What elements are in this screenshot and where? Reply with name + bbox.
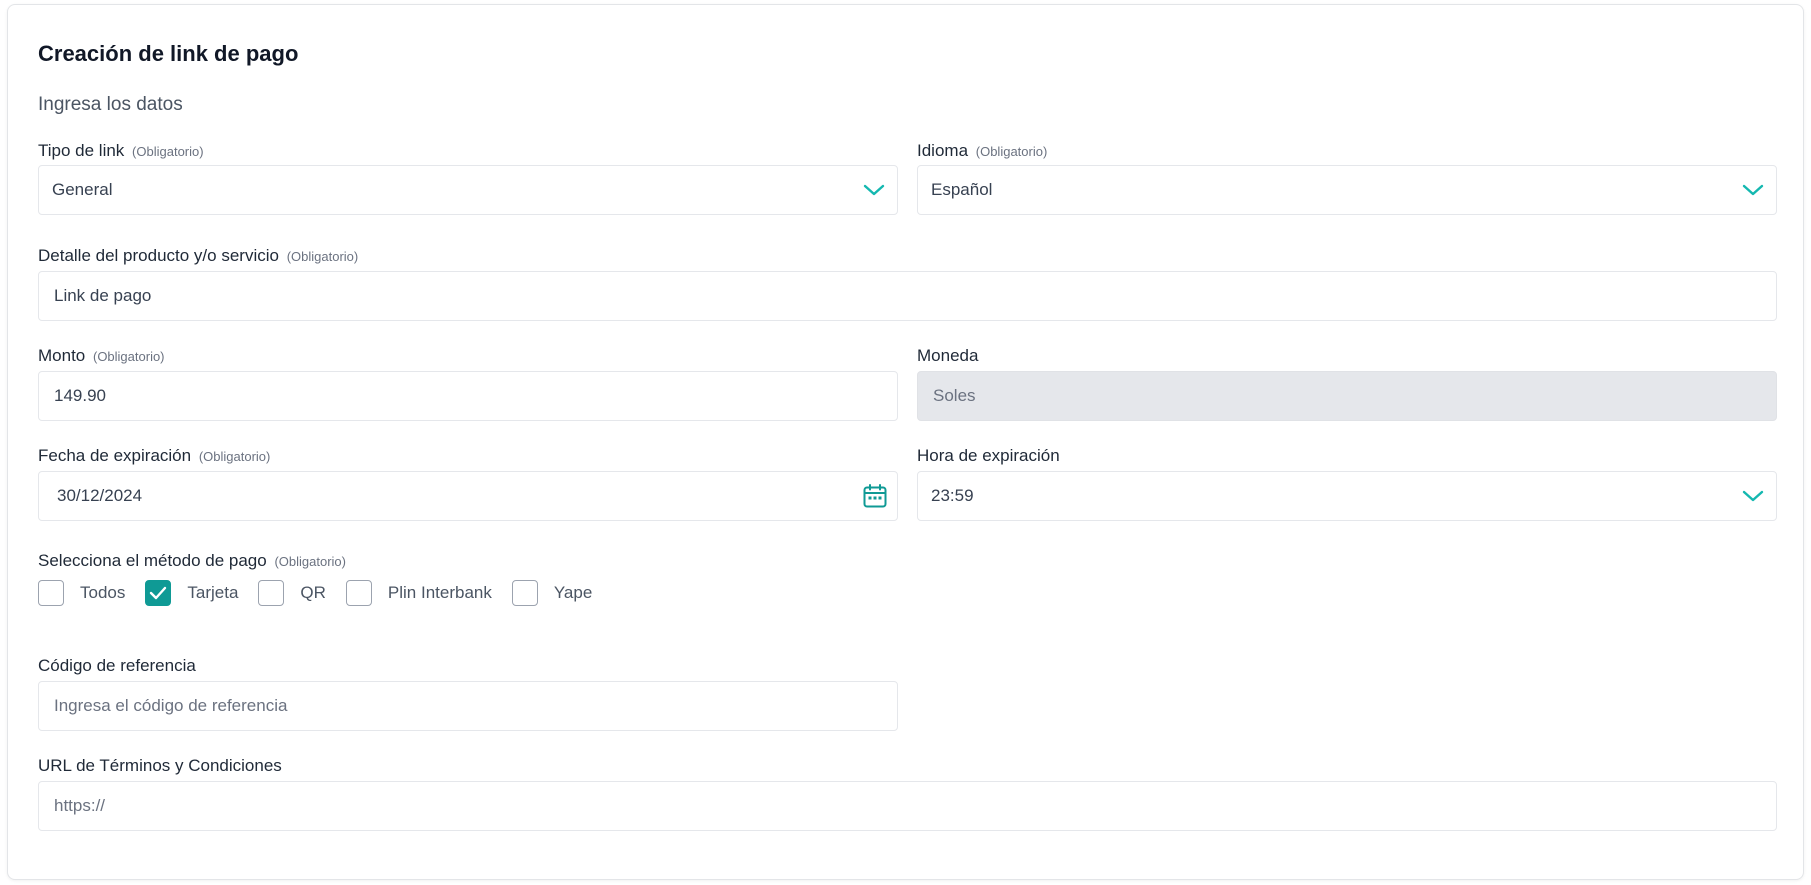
language-select[interactable]: Español	[917, 165, 1777, 215]
link-type-value: General	[52, 180, 113, 199]
checkbox-yape[interactable]	[511, 580, 538, 606]
expiration-time-value: 23:59	[931, 486, 974, 505]
calendar-icon[interactable]	[862, 483, 888, 509]
payment-method-label: Selecciona el método de pago (Obligatori…	[38, 551, 346, 571]
currency-label: Moneda	[917, 346, 978, 366]
expiration-time-label-text: Hora de expiración	[917, 446, 1060, 465]
expiration-time-label: Hora de expiración	[917, 446, 1060, 466]
amount-label-text: Monto	[38, 346, 86, 365]
checkbox-label-todos[interactable]: Todos	[80, 583, 125, 603]
checkbox-label-qr[interactable]: QR	[300, 583, 326, 603]
chevron-down-icon	[1742, 490, 1764, 502]
chevron-down-icon	[1742, 184, 1764, 196]
currency-value: Soles	[933, 386, 976, 405]
payment-method-options: Todos Tarjeta QR Plin Interbank Yape	[38, 579, 612, 607]
checkbox-label-plin-interbank[interactable]: Plin Interbank	[388, 583, 492, 603]
product-detail-label: Detalle del producto y/o servicio (Oblig…	[38, 246, 358, 266]
reference-code-label-text: Código de referencia	[38, 656, 196, 675]
product-detail-input[interactable]: Link de pago	[38, 271, 1777, 321]
reference-code-label: Código de referencia	[38, 656, 196, 676]
language-label-text: Idioma	[917, 141, 969, 160]
expiration-date-label: Fecha de expiración (Obligatorio)	[38, 446, 270, 466]
required-tag: (Obligatorio)	[975, 144, 1048, 159]
required-tag: (Obligatorio)	[198, 449, 271, 464]
required-tag: (Obligatorio)	[274, 554, 346, 569]
amount-label: Monto (Obligatorio)	[38, 346, 165, 366]
link-type-label-text: Tipo de link	[38, 141, 125, 160]
chevron-down-icon	[863, 184, 885, 196]
checkbox-plin-interbank[interactable]	[345, 580, 372, 606]
currency-field: Soles	[917, 371, 1777, 421]
payment-method-label-text: Selecciona el método de pago	[38, 551, 267, 570]
terms-url-input[interactable]	[54, 796, 1764, 816]
product-detail-value: Link de pago	[54, 286, 152, 305]
payment-link-form-card: Creación de link de pago Ingresa los dat…	[7, 4, 1804, 880]
required-tag: (Obligatorio)	[92, 349, 165, 364]
amount-value: 149.90	[54, 386, 106, 405]
required-tag: (Obligatorio)	[286, 249, 359, 264]
terms-url-label-text: URL de Términos y Condiciones	[38, 756, 282, 775]
expiration-date-input[interactable]: 30/12/2024	[38, 471, 898, 521]
expiration-date-value: 30/12/2024	[57, 486, 143, 505]
link-type-label: Tipo de link (Obligatorio)	[38, 141, 204, 161]
product-detail-label-text: Detalle del producto y/o servicio	[38, 246, 279, 265]
checkbox-qr[interactable]	[258, 580, 285, 606]
form-subtitle: Ingresa los datos	[38, 94, 183, 115]
check-icon	[150, 586, 167, 600]
expiration-time-select[interactable]: 23:59	[917, 471, 1777, 521]
required-tag: (Obligatorio)	[132, 144, 204, 159]
page-title: Creación de link de pago	[38, 41, 299, 66]
expiration-date-label-text: Fecha de expiración	[38, 446, 192, 465]
language-label: Idioma (Obligatorio)	[917, 141, 1047, 161]
checkbox-tarjeta[interactable]	[145, 580, 172, 606]
checkbox-todos[interactable]	[38, 580, 64, 606]
currency-label-text: Moneda	[917, 346, 979, 365]
terms-url-field	[38, 781, 1777, 831]
checkbox-label-tarjeta[interactable]: Tarjeta	[187, 583, 238, 603]
link-type-select[interactable]: General	[38, 165, 898, 215]
checkbox-label-yape[interactable]: Yape	[554, 583, 592, 603]
terms-url-label: URL de Términos y Condiciones	[38, 756, 282, 776]
language-value: Español	[931, 180, 993, 199]
reference-code-input[interactable]	[54, 696, 885, 716]
amount-input[interactable]: 149.90	[38, 371, 898, 421]
reference-code-field	[38, 681, 898, 731]
